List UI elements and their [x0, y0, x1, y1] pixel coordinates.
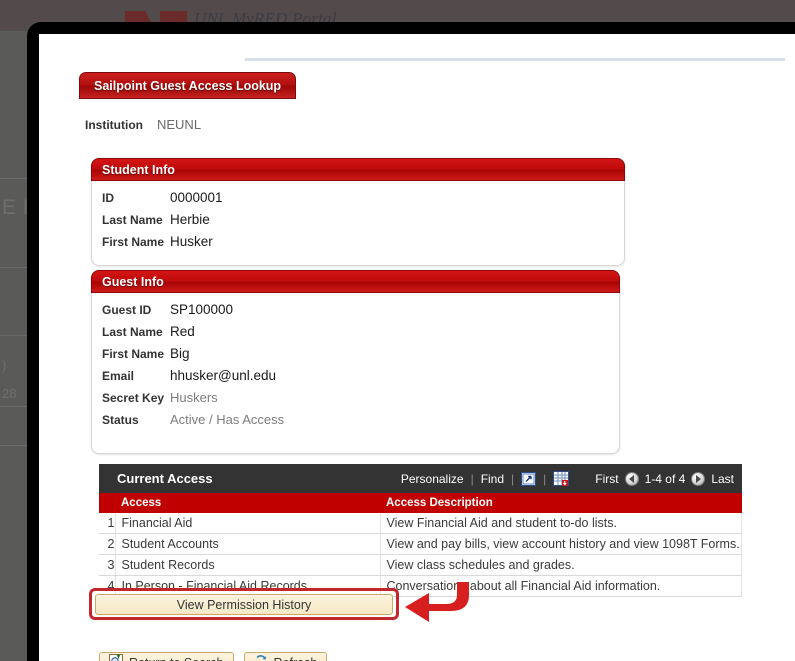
- row-number: 1: [99, 513, 116, 534]
- cell-access-description: View class schedules and grades.: [380, 554, 742, 576]
- download-to-spreadsheet-icon[interactable]: [553, 471, 570, 486]
- grid-tools: Personalize | Find | | First 1-4 of 4 La…: [401, 471, 734, 486]
- guest-info-panel: Guest Info Guest ID SP100000 Last Name R…: [91, 270, 620, 454]
- access-table: Access Access Description 1 Financial Ai…: [99, 493, 742, 597]
- field-row: Status Active / Has Access: [92, 412, 619, 434]
- view-permission-history-button[interactable]: View Permission History: [95, 594, 393, 615]
- view-all-icon[interactable]: [521, 471, 537, 486]
- field-row: ID 0000001: [92, 190, 624, 212]
- tool-separator: |: [470, 471, 474, 486]
- cell-access-description: View Financial Aid and student to-do lis…: [380, 513, 742, 534]
- grid-toolbar: Current Access Personalize | Find | | Fi…: [99, 464, 742, 493]
- tab-bar: Sailpoint Guest Access Lookup: [79, 72, 795, 100]
- student-info-header: Student Info: [91, 158, 625, 181]
- row-number: 2: [99, 533, 116, 555]
- current-access-grid: Current Access Personalize | Find | | Fi…: [99, 464, 742, 597]
- column-header-rownum: [99, 493, 115, 513]
- student-info-panel: Student Info ID 0000001 Last Name Herbie…: [91, 158, 625, 266]
- guest-secret-key-value: Huskers: [170, 390, 218, 405]
- cell-access: Financial Aid: [115, 513, 381, 534]
- row-number: 3: [99, 554, 116, 576]
- next-page-icon[interactable]: [691, 471, 706, 486]
- status-badge: Active / Has Access: [170, 412, 285, 427]
- guest-first-name-value: Big: [170, 346, 190, 361]
- institution-label: Institution: [85, 118, 143, 132]
- refresh-label: Refresh: [274, 656, 318, 661]
- guest-last-name-value: Red: [170, 324, 195, 339]
- student-id-label: ID: [102, 191, 114, 205]
- field-row: Email hhusker@unl.edu: [92, 368, 619, 390]
- guest-secret-key-label: Secret Key: [102, 391, 165, 405]
- table-row[interactable]: 1 Financial Aid View Financial Aid and s…: [99, 513, 742, 534]
- tab-underline: [245, 58, 785, 61]
- guest-last-name-label: Last Name: [102, 325, 163, 339]
- first-page-link[interactable]: First: [595, 472, 618, 486]
- return-to-search-button[interactable]: Return to Search: [99, 652, 234, 661]
- cell-access: Student Records: [115, 554, 381, 576]
- tool-separator: |: [511, 471, 515, 486]
- tab-sailpoint-guest-access-lookup[interactable]: Sailpoint Guest Access Lookup: [79, 72, 297, 99]
- guest-first-name-label: First Name: [102, 347, 165, 361]
- refresh-button[interactable]: Refresh: [243, 652, 328, 661]
- table-row[interactable]: 3 Student Records View class schedules a…: [99, 554, 742, 576]
- find-link[interactable]: Find: [481, 472, 504, 486]
- field-row: First Name Husker: [92, 234, 624, 256]
- cell-access-description: View and pay bills, view account history…: [380, 533, 742, 555]
- student-info-body: ID 0000001 Last Name Herbie First Name H…: [92, 181, 624, 266]
- view-permission-history-wrap: View Permission History: [95, 594, 393, 615]
- student-first-name-value: Husker: [170, 234, 213, 249]
- student-id-value: 0000001: [170, 190, 223, 205]
- last-page-link[interactable]: Last: [711, 472, 734, 486]
- guest-email-label: Email: [102, 369, 135, 383]
- guest-info-header: Guest Info: [91, 270, 620, 293]
- return-to-search-label: Return to Search: [129, 656, 224, 661]
- refresh-icon: [254, 654, 268, 661]
- field-row: Guest ID SP100000: [92, 302, 619, 324]
- previous-page-icon[interactable]: [624, 471, 639, 486]
- background-minor-label-2: 28: [2, 386, 17, 401]
- background-minor-label-1: ): [2, 358, 7, 373]
- cell-access: Student Accounts: [115, 533, 381, 555]
- field-row: Last Name Red: [92, 324, 619, 346]
- cell-access-description: Conversations about all Financial Aid in…: [380, 575, 742, 597]
- table-header-row: Access Access Description: [99, 493, 742, 513]
- pagination-range: 1-4 of 4: [644, 471, 686, 486]
- bottom-button-bar: Return to Search Refresh: [99, 652, 328, 661]
- grid-pagination: First 1-4 of 4 Last: [595, 471, 734, 486]
- guest-id-label: Guest ID: [102, 303, 152, 317]
- student-first-name-label: First Name: [102, 235, 165, 249]
- institution-row: Institution NEUNL: [85, 117, 201, 132]
- field-row: Secret Key Huskers: [92, 390, 619, 412]
- column-header-access: Access: [115, 493, 380, 513]
- grid-title: Current Access: [117, 471, 213, 486]
- field-row: Last Name Herbie: [92, 212, 624, 234]
- return-to-search-icon: [109, 653, 123, 661]
- personalize-link[interactable]: Personalize: [401, 472, 464, 486]
- column-header-access-description: Access Description: [380, 493, 742, 513]
- field-row: First Name Big: [92, 346, 619, 368]
- tool-separator: |: [543, 471, 547, 486]
- table-row[interactable]: 2 Student Accounts View and pay bills, v…: [99, 533, 742, 555]
- guest-status-label: Status: [102, 413, 139, 427]
- student-last-name-value: Herbie: [170, 212, 210, 227]
- modal-content: Sailpoint Guest Access Lookup Institutio…: [39, 34, 795, 661]
- institution-value: NEUNL: [156, 117, 202, 132]
- guest-id-value: SP100000: [170, 302, 234, 317]
- guest-email-value: hhusker@unl.edu: [170, 368, 277, 383]
- student-last-name-label: Last Name: [102, 213, 163, 227]
- guest-info-body: Guest ID SP100000 Last Name Red First Na…: [92, 293, 619, 444]
- modal-window: Sailpoint Guest Access Lookup Institutio…: [27, 22, 795, 661]
